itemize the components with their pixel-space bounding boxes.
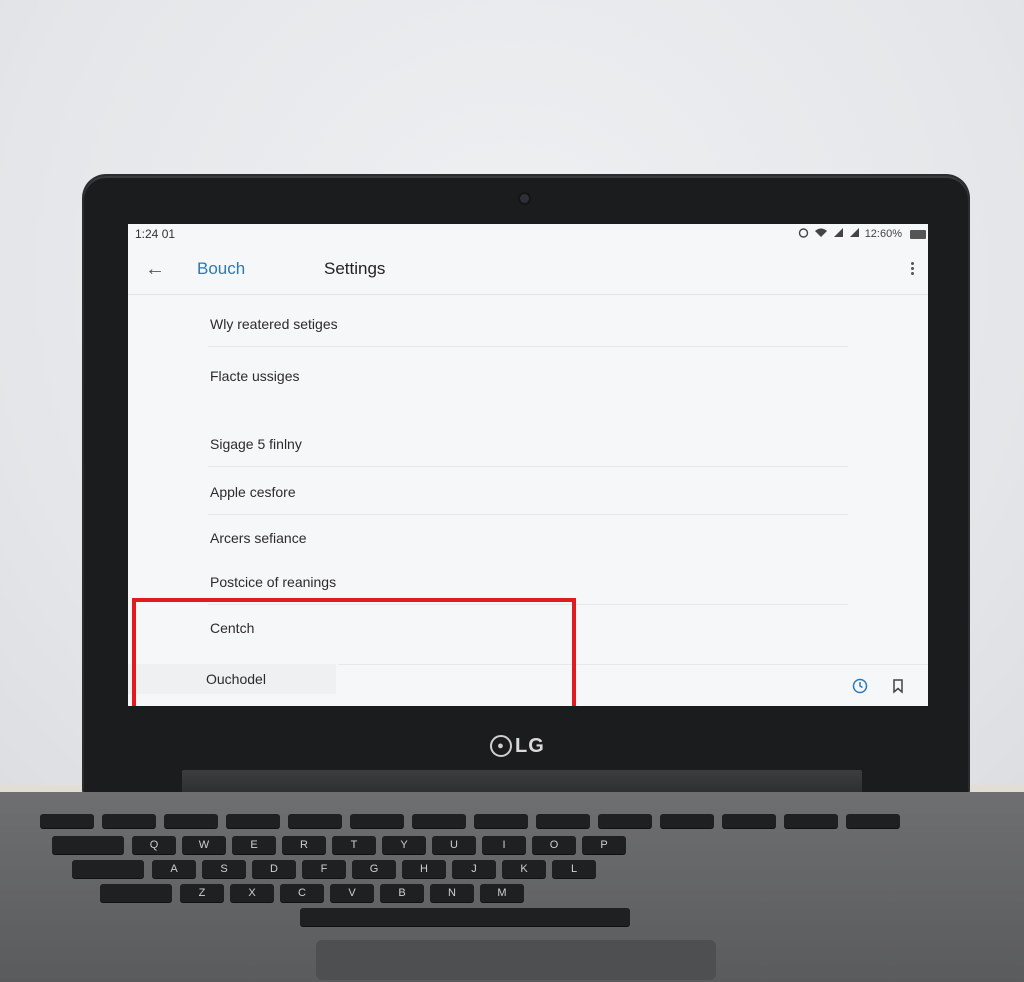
brand-text: LG: [515, 734, 545, 757]
signal-icon: [849, 227, 860, 241]
key-j[interactable]: J: [452, 860, 496, 878]
status-icons: 12:60%: [798, 227, 902, 241]
function-key[interactable]: [102, 814, 156, 828]
key-f[interactable]: F: [302, 860, 346, 878]
bottom-icons: [852, 678, 906, 694]
key-k[interactable]: K: [502, 860, 546, 878]
list-item-label: Postcice of reanings: [210, 574, 337, 590]
function-key[interactable]: [164, 814, 218, 828]
list-item[interactable]: Postcice of reanings: [208, 560, 848, 605]
function-key[interactable]: [40, 814, 94, 828]
function-key[interactable]: [722, 814, 776, 828]
key-z[interactable]: Z: [180, 884, 224, 902]
function-key[interactable]: [536, 814, 590, 828]
function-key[interactable]: [412, 814, 466, 828]
list-item-label: Centch: [210, 620, 255, 636]
bookmark-icon[interactable]: [890, 678, 906, 694]
function-key[interactable]: [784, 814, 838, 828]
laptop-base: QWERTYUIOP ASDFGHJKL ZXCVBNM: [0, 792, 1024, 982]
wifi-icon: [814, 227, 828, 241]
back-link[interactable]: Bouch: [197, 259, 245, 279]
modifier-key[interactable]: [100, 884, 172, 902]
list-item[interactable]: Sigage 5 finlny: [208, 422, 848, 467]
list-item-label: Flacte ussiges: [210, 368, 300, 384]
lg-logo-icon: ●: [490, 735, 512, 757]
function-key[interactable]: [474, 814, 528, 828]
key-y[interactable]: Y: [382, 836, 426, 854]
laptop-lid: 1:24 01 12:60% ← Bouch Settings Wly reat…: [84, 176, 968, 796]
function-key[interactable]: [598, 814, 652, 828]
list-item-label: Ouchodel: [206, 671, 266, 687]
key-g[interactable]: G: [352, 860, 396, 878]
key-e[interactable]: E: [232, 836, 276, 854]
modifier-key[interactable]: [52, 836, 124, 854]
screen: 1:24 01 12:60% ← Bouch Settings Wly reat…: [128, 224, 928, 706]
key-v[interactable]: V: [330, 884, 374, 902]
clock-icon[interactable]: [852, 678, 868, 694]
app-bar: ← Bouch Settings: [128, 248, 928, 295]
function-key[interactable]: [846, 814, 900, 828]
key-h[interactable]: H: [402, 860, 446, 878]
key-s[interactable]: S: [202, 860, 246, 878]
key-b[interactable]: B: [380, 884, 424, 902]
modifier-key[interactable]: [72, 860, 144, 878]
function-key[interactable]: [660, 814, 714, 828]
page-title: Settings: [324, 259, 386, 278]
status-right-text: 12:60%: [864, 228, 902, 240]
list-item-label: Sigage 5 finlny: [210, 436, 302, 452]
list-item[interactable]: Centch: [208, 606, 848, 650]
function-key[interactable]: [288, 814, 342, 828]
key-q[interactable]: Q: [132, 836, 176, 854]
key-l[interactable]: L: [552, 860, 596, 878]
key-x[interactable]: X: [230, 884, 274, 902]
key-m[interactable]: M: [480, 884, 524, 902]
list-item[interactable]: Arcers sefiance: [208, 516, 848, 560]
key-i[interactable]: I: [482, 836, 526, 854]
list-item-label: Apple cesfore: [210, 484, 296, 500]
space-bar[interactable]: [300, 908, 630, 926]
status-bar: 1:24 01 12:60%: [128, 224, 928, 246]
key-t[interactable]: T: [332, 836, 376, 854]
divider: [338, 664, 928, 665]
signal-icon: [833, 227, 844, 241]
key-u[interactable]: U: [432, 836, 476, 854]
brand-logo: ● LG: [490, 732, 560, 760]
function-key[interactable]: [226, 814, 280, 828]
more-options-icon[interactable]: [908, 260, 916, 280]
list-item[interactable]: Flacte ussiges: [208, 354, 848, 398]
list-item-label: Wly reatered setiges: [210, 316, 338, 332]
key-o[interactable]: O: [532, 836, 576, 854]
battery-icon: [910, 230, 926, 239]
key-w[interactable]: W: [182, 836, 226, 854]
list-item[interactable]: Wly reatered setiges: [208, 302, 848, 347]
trackpad[interactable]: [316, 940, 716, 980]
key-a[interactable]: A: [152, 860, 196, 878]
list-item[interactable]: Apple cesfore: [208, 470, 848, 515]
key-p[interactable]: P: [582, 836, 626, 854]
list-item-bottom[interactable]: Ouchodel: [128, 664, 336, 694]
key-c[interactable]: C: [280, 884, 324, 902]
status-time: 1:24 01: [135, 227, 176, 241]
key-r[interactable]: R: [282, 836, 326, 854]
key-n[interactable]: N: [430, 884, 474, 902]
back-arrow-icon[interactable]: ←: [144, 258, 166, 280]
webcam: [520, 194, 529, 203]
key-d[interactable]: D: [252, 860, 296, 878]
alarm-icon: [798, 227, 809, 241]
function-key[interactable]: [350, 814, 404, 828]
list-item-label: Arcers sefiance: [210, 530, 307, 546]
keyboard: QWERTYUIOP ASDFGHJKL ZXCVBNM: [40, 814, 970, 934]
